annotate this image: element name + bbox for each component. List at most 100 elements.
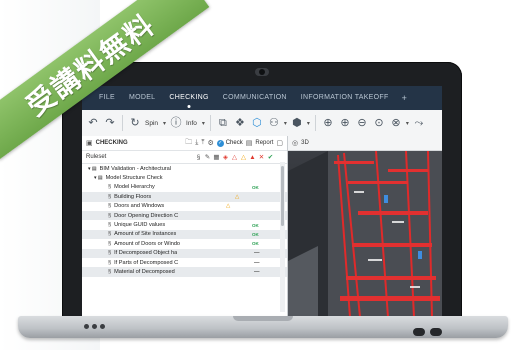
ribbon-menubar: FILE MODEL CHECKING COMMUNICATION INFORM…	[82, 86, 442, 110]
usb-port	[84, 324, 89, 329]
rule-label: Door Opening Direction C	[114, 212, 179, 219]
rule-label: Model Hierarchy	[114, 184, 155, 191]
webcam	[255, 68, 269, 76]
rule-label: Amount of Doors or Windo	[114, 240, 181, 247]
toolbar: ↶ ↷ ↻ Spin ▾ ⓘ Info ▾ ⧉ ❖ ⬡ ⚇ ▾ ⬢ ▾ ⊕ ⊕ …	[82, 110, 442, 137]
check-button[interactable]: ✓ Check	[216, 139, 243, 147]
walk-icon[interactable]: ⤳	[412, 110, 426, 136]
critical-filter-icon[interactable]: ◈	[221, 153, 230, 161]
chevron-down-icon[interactable]: ▾	[284, 120, 287, 127]
3d-view-header: ◎ 3D	[288, 136, 442, 151]
table-row[interactable]: § Material of Decomposed —	[82, 267, 287, 277]
spin-button-label[interactable]: Spin	[145, 120, 158, 127]
table-row[interactable]: § Door Opening Direction C	[82, 210, 287, 221]
ok-status-badge: OK	[252, 184, 259, 190]
report-icon[interactable]: ▤	[246, 139, 253, 147]
zoom-fit-icon[interactable]: ⊕	[321, 110, 335, 136]
chevron-down-icon[interactable]: ▾	[163, 120, 166, 127]
table-row[interactable]: § Building Floors △	[82, 192, 287, 202]
table-row[interactable]: ▾ ▤ Model Structure Check	[82, 173, 287, 182]
report-button-label[interactable]: Report	[255, 140, 273, 146]
rule-label: Material of Decomposed	[114, 268, 175, 275]
not-applicable-badge: —	[254, 268, 260, 275]
info-button-label[interactable]: Info	[186, 120, 197, 127]
rule-label: If Decomposed Object ha	[114, 250, 178, 257]
warning-filter-icon[interactable]: △	[239, 153, 248, 161]
ruleset-column-label: Ruleset	[86, 154, 107, 160]
3d-view-panel[interactable]: ◎ 3D	[288, 136, 442, 316]
rule-icon: §	[108, 231, 112, 238]
workspace: ▣ CHECKING 🗀 ⤓ ⤒ ⚙ ✓ Check ▤ Report ▢ Ru…	[82, 136, 442, 316]
laptop-foot	[430, 328, 442, 336]
zoom-window-icon[interactable]: ⊙	[372, 110, 386, 136]
table-row[interactable]: § Unique GUID values OK	[82, 220, 287, 229]
menu-checking[interactable]: CHECKING	[162, 86, 215, 110]
table-row[interactable]: § Model Hierarchy OK	[82, 183, 287, 192]
vertical-scrollbar[interactable]	[280, 162, 285, 312]
rule-icon: §	[108, 203, 112, 210]
spin-icon[interactable]: ↻	[128, 110, 142, 136]
error-filter-icon[interactable]: △	[230, 153, 239, 161]
open-folder-icon[interactable]: 🗀	[185, 138, 192, 149]
rule-label: Unique GUID values	[114, 222, 166, 229]
rule-icon: §	[108, 259, 112, 266]
table-row[interactable]: § If Decomposed Object ha —	[82, 248, 287, 258]
toolbar-separator	[314, 115, 316, 131]
accepted-filter-icon[interactable]: ✔	[266, 153, 275, 161]
table-icon[interactable]: ▦	[212, 153, 221, 161]
calendar-icon[interactable]: ▢	[276, 139, 283, 147]
table-row[interactable]: § Amount of Site Instances OK	[82, 229, 287, 240]
laptop-lid: FILE MODEL CHECKING COMMUNICATION INFORM…	[62, 62, 462, 318]
table-row[interactable]: § If Parts of Decomposed C —	[82, 258, 287, 267]
chevron-down-icon[interactable]: ▾	[202, 120, 205, 127]
model-layers-icon[interactable]: ❖	[233, 110, 247, 136]
rule-icon: §	[108, 184, 112, 191]
export-icon[interactable]: ⤒	[201, 139, 204, 147]
laptop-foot	[413, 328, 425, 336]
cube-icon[interactable]: ⬡	[250, 110, 264, 136]
chevron-down-icon[interactable]: ▾	[307, 120, 310, 127]
toolbar-separator	[209, 115, 211, 131]
table-row[interactable]: ▾ ▤ BIM Validation - Architectural	[82, 164, 287, 173]
usb-port	[92, 324, 97, 329]
table-row[interactable]: § Doors and Windows △	[82, 202, 287, 211]
redo-icon[interactable]: ↷	[103, 110, 117, 136]
laptop-base	[18, 316, 508, 338]
not-applicable-badge: —	[254, 259, 260, 266]
menu-model[interactable]: MODEL	[122, 86, 162, 110]
rule-icon: §	[108, 268, 112, 275]
rule-icon: §	[108, 250, 112, 257]
rule-icon[interactable]: §	[194, 154, 203, 161]
chevron-down-icon[interactable]: ▾	[406, 120, 409, 127]
checking-panel: ▣ CHECKING 🗀 ⤓ ⤒ ⚙ ✓ Check ▤ Report ▢ Ru…	[82, 136, 288, 316]
rule-label: If Parts of Decomposed C	[114, 259, 179, 266]
rejected-filter-icon[interactable]: ✕	[257, 153, 266, 161]
rule-icon: §	[108, 240, 112, 247]
undo-icon[interactable]: ↶	[86, 110, 100, 136]
import-icon[interactable]: ⤓	[195, 139, 198, 147]
menu-file[interactable]: FILE	[92, 86, 122, 110]
alert-filter-icon[interactable]: ▲	[248, 154, 257, 161]
zoom-in-icon[interactable]: ⊕	[338, 110, 352, 136]
model-objects-icon[interactable]: ⧉	[216, 110, 230, 136]
menu-communication[interactable]: COMMUNICATION	[216, 86, 294, 110]
add-tab-button[interactable]: +	[396, 93, 413, 103]
rule-icon: §	[108, 193, 112, 200]
box-view-icon[interactable]: ⬢	[290, 110, 304, 136]
menu-information-takeoff[interactable]: INFORMATION TAKEOFF	[294, 86, 396, 110]
ok-status-badge: OK	[252, 231, 259, 237]
table-row[interactable]: § Amount of Doors or Windo OK	[82, 239, 287, 248]
3d-model-render[interactable]	[288, 150, 442, 316]
toolbar-separator	[122, 115, 123, 131]
visibility-icon[interactable]: ⚇	[267, 110, 281, 136]
ruleset-column-header: Ruleset § ✎ ▦ ◈ △ △ ▲ ✕ ✔	[82, 151, 287, 164]
3d-view-title: 3D	[301, 140, 309, 146]
settings-icon[interactable]: ⚙	[207, 139, 213, 147]
checking-panel-header: ▣ CHECKING 🗀 ⤓ ⤒ ⚙ ✓ Check ▤ Report ▢	[82, 136, 287, 151]
parameters-icon[interactable]: ✎	[203, 153, 212, 161]
info-icon[interactable]: ⓘ	[169, 110, 183, 136]
zoom-out-icon[interactable]: ⊖	[355, 110, 369, 136]
rule-label: Doors and Windows	[114, 203, 165, 210]
scrollbar-thumb[interactable]	[281, 166, 284, 226]
pan-icon[interactable]: ⊗	[389, 110, 403, 136]
